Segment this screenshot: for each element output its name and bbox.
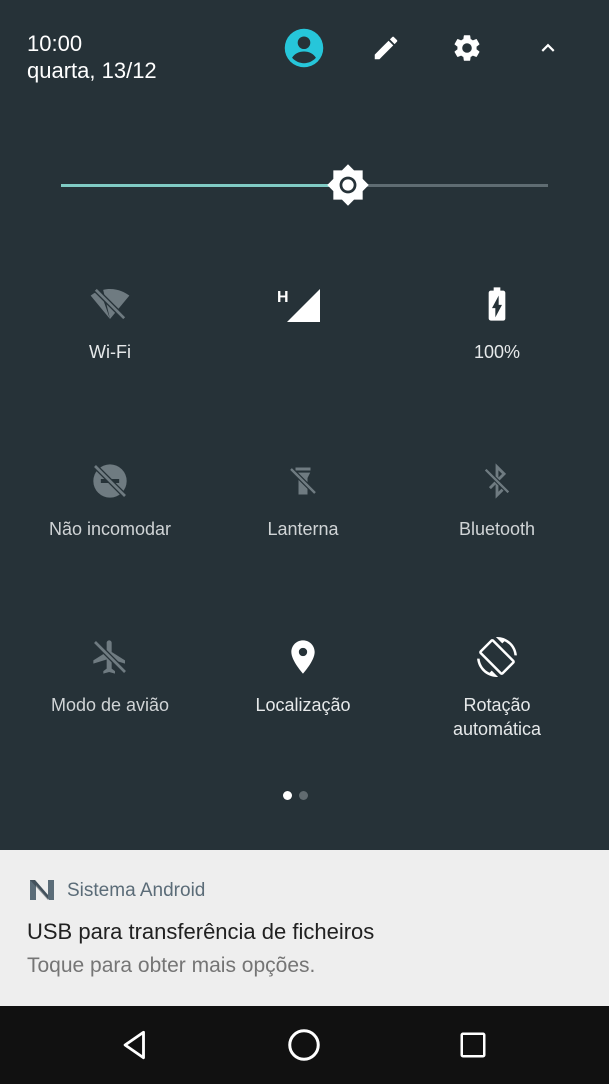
back-button[interactable] [110,1020,160,1070]
location-pin-icon [283,637,323,677]
bluetooth-off-icon [477,461,517,501]
notification-text: Toque para obter mais opções. [27,954,316,977]
clock: 10:00 [27,31,83,56]
tile-airplane[interactable]: Modo de avião [10,637,210,717]
tile-label: Bluetooth [458,519,536,539]
gear-icon [454,35,480,61]
user-button[interactable] [282,26,326,70]
android-n-icon [28,878,56,902]
recents-icon [460,1032,486,1058]
screen-rotation-icon [477,637,517,677]
recents-button[interactable] [448,1020,498,1070]
tile-auto-rotate[interactable]: Rotação automática [397,637,597,741]
home-button[interactable] [279,1020,329,1070]
cellular-signal-icon: H [273,284,333,324]
brightness-icon [327,164,370,206]
tile-flashlight[interactable]: Lanterna [203,461,403,541]
tile-label: Modo de avião [50,695,170,715]
tile-label: Não incomodar [48,519,172,539]
settings-button[interactable] [445,26,489,70]
tile-cellular[interactable]: H [203,284,403,340]
tile-battery[interactable]: 100% [397,284,597,364]
date: quarta, 13/12 [27,58,157,83]
flashlight-off-icon [283,461,323,501]
brightness-slider-fill [61,184,349,187]
page-dot [299,791,308,800]
brightness-slider-thumb[interactable] [326,163,370,207]
collapse-button[interactable] [526,26,570,70]
chevron-up-icon [541,43,555,52]
battery-charging-icon [477,284,517,324]
back-icon [123,1030,145,1060]
quick-settings-panel: 10:00 quarta, 13/12 Wi-Fi H 100% Não inc… [0,0,609,850]
tile-label: Wi-Fi [89,342,131,362]
home-icon [288,1029,320,1061]
tile-wifi[interactable]: Wi-Fi [10,284,210,364]
brightness-slider[interactable] [61,184,548,187]
notification-title: USB para transferência de ficheiros [27,919,375,944]
tile-location[interactable]: Localização [203,637,403,717]
tile-label: 100% [473,342,521,362]
edit-button[interactable] [364,26,408,70]
account-circle-icon [284,28,324,68]
tile-label: Lanterna [267,519,339,539]
page-dot-active [283,791,292,800]
page-indicator [283,791,308,800]
airplane-off-icon [90,637,130,677]
wifi-off-icon [90,284,130,324]
tile-do-not-disturb[interactable]: Não incomodar [10,461,210,541]
tile-label: Rotação automática [452,695,542,739]
tile-label: Localização [255,695,351,715]
svg-text:H: H [277,289,289,306]
pencil-icon [374,36,398,60]
tile-bluetooth[interactable]: Bluetooth [397,461,597,541]
do-not-disturb-off-icon [90,461,130,501]
notification-app-name: Sistema Android [67,880,206,901]
